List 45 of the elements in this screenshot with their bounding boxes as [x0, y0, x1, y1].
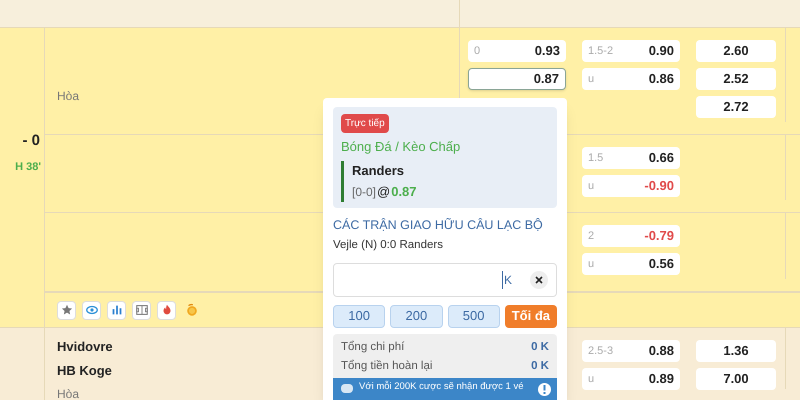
match-time: H 38' — [15, 160, 41, 174]
odds-cell[interactable]: 0 0.93 — [468, 40, 566, 62]
amount-button[interactable]: 100 — [333, 304, 386, 328]
draw-label: Hòa — [57, 387, 80, 400]
odds-value: 0.87 — [391, 183, 417, 201]
odds-cell[interactable]: u 0.56 — [582, 253, 680, 275]
odds-cell[interactable]: 1.5 0.66 — [582, 147, 680, 169]
fire-icon[interactable] — [157, 300, 176, 320]
close-icon[interactable] — [530, 270, 548, 288]
odds-cell[interactable]: 2.52 — [696, 68, 776, 90]
unit-label: K — [502, 270, 512, 288]
odds-cell[interactable]: 7.00 — [696, 368, 776, 390]
pitch-icon[interactable] — [132, 300, 151, 320]
odds-cell[interactable]: 0.87 — [468, 68, 566, 90]
summary-value: 0 K — [531, 358, 549, 374]
odds-cell[interactable]: 2.72 — [696, 96, 776, 118]
fixture-text: Vejle (N) 0:0 Randers — [333, 238, 444, 254]
bar-chart-icon[interactable] — [107, 300, 126, 320]
odds-cell[interactable]: 2 -0.79 — [582, 225, 680, 247]
eye-icon[interactable] — [82, 300, 101, 320]
selection-name: Randers — [352, 162, 406, 180]
match-score: - 0 — [22, 131, 40, 151]
team-name: Hvidovre — [57, 339, 113, 355]
draw-label: Hòa — [57, 88, 80, 105]
team-name: HB Koge — [57, 363, 112, 379]
summary-label: Tổng tiền hoàn lại — [341, 358, 432, 374]
score-text: [0-0] — [352, 184, 376, 201]
summary-value: 0 K — [531, 340, 549, 354]
summary-label: Tổng chi phí — [341, 340, 404, 354]
odds-cell[interactable]: u 0.89 — [582, 368, 680, 390]
info-icon — [538, 383, 551, 396]
market-label: Bóng Đá / Kèo Chấp — [341, 138, 460, 156]
odds-cell[interactable]: u -0.90 — [582, 175, 680, 197]
at-sign: @ — [377, 183, 390, 201]
banner-text: Với mỗi 200K cược sẽ nhận được 1 vé — [359, 381, 524, 393]
live-badge: Trực tiếp — [341, 114, 389, 133]
odds-cell[interactable]: u 0.86 — [582, 68, 680, 90]
odds-cell[interactable]: 1.5-2 0.90 — [582, 40, 680, 62]
odds-cell[interactable]: 2.60 — [696, 40, 776, 62]
odds-cell[interactable]: 2.5-3 0.88 — [582, 340, 680, 362]
league-name: CÁC TRẬN GIAO HỮU CÂU LẠC BỘ — [333, 216, 544, 234]
odds-cell[interactable]: 1.36 — [696, 340, 776, 362]
amount-button[interactable]: 200 — [390, 304, 442, 328]
amount-button[interactable]: 500 — [448, 304, 500, 328]
stake-field[interactable]: K — [333, 262, 557, 296]
